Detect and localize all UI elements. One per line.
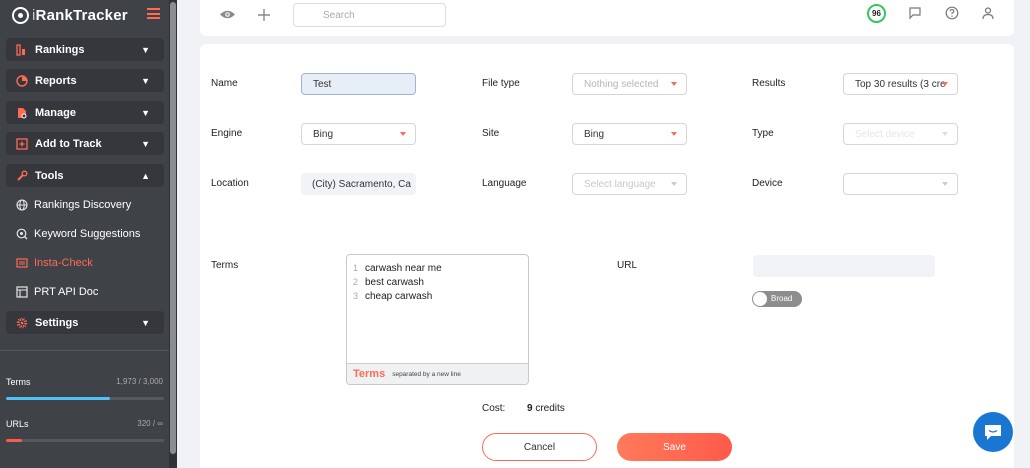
language-label: Language <box>482 178 527 189</box>
caret-down-icon <box>942 82 948 86</box>
nav-manage[interactable]: Manage ▼ <box>6 101 164 124</box>
terms-line: 3 cheap carwash <box>353 291 433 302</box>
sub-prt-api-doc[interactable]: PRT API Doc <box>16 284 98 300</box>
type-select[interactable]: Select device <box>843 123 958 145</box>
broad-toggle[interactable]: Broad <box>752 291 802 307</box>
site-label: Site <box>482 128 500 139</box>
search-input[interactable] <box>293 3 446 27</box>
engine-label: Engine <box>211 128 243 139</box>
caret-down-icon <box>400 132 406 136</box>
location-label: Location <box>211 178 249 189</box>
results-select[interactable]: Top 30 results (3 cre <box>843 73 958 95</box>
chevron-down-icon: ▼ <box>141 75 150 86</box>
user-icon[interactable] <box>981 6 995 20</box>
terms-line: 1 carwash near me <box>353 263 442 274</box>
terms-usage-value: 1,973 / 3,000 <box>116 377 163 386</box>
support-chat-button[interactable] <box>973 412 1013 452</box>
chevron-up-icon: ▲ <box>141 170 150 181</box>
cost-label: Cost: <box>482 403 506 414</box>
caret-down-icon <box>942 182 948 186</box>
search-target-icon <box>16 228 28 240</box>
filetype-select[interactable]: Nothing selected <box>572 73 687 95</box>
results-label: Results <box>752 78 786 89</box>
name-field[interactable]: Test <box>301 73 416 95</box>
urls-usage-label: URLs <box>6 419 29 429</box>
add-box-icon <box>16 137 28 150</box>
cancel-button[interactable]: Cancel <box>482 433 597 461</box>
language-select[interactable]: Select language <box>572 173 687 195</box>
nav-add-to-track[interactable]: Add to Track ▼ <box>6 132 164 155</box>
url-label: URL <box>617 260 638 271</box>
sub-insta-check[interactable]: Insta-Check <box>16 255 93 271</box>
caret-down-icon <box>671 82 677 86</box>
nav-reports[interactable]: Reports ▼ <box>6 69 164 92</box>
gear-icon <box>16 317 28 329</box>
toggle-knob <box>753 292 767 306</box>
filetype-label: File type <box>482 78 520 89</box>
app-logo[interactable]: i RankTracker <box>12 5 128 25</box>
url-input[interactable] <box>753 255 935 277</box>
nav-rankings[interactable]: Rankings ▼ <box>6 38 164 61</box>
caret-down-icon <box>942 132 948 136</box>
score-badge[interactable]: 96 <box>867 4 886 23</box>
device-label: Device <box>752 178 783 189</box>
save-button[interactable]: Save <box>617 433 732 461</box>
insta-check-icon <box>16 257 28 269</box>
chat-icon[interactable] <box>908 6 922 20</box>
tools-icon <box>16 170 28 182</box>
terms-usage-label: Terms <box>6 377 31 387</box>
globe-icon <box>16 199 28 211</box>
sidebar: i RankTracker Rankings ▼ Reports ▼ Manage… <box>0 0 177 468</box>
help-icon[interactable] <box>945 6 959 20</box>
manage-file-icon <box>16 107 28 119</box>
urls-usage-bar <box>6 439 164 442</box>
chevron-down-icon: ▼ <box>141 138 150 149</box>
api-doc-icon <box>16 286 28 298</box>
sidebar-scrollbar[interactable] <box>169 0 177 468</box>
terms-usage-fill <box>6 397 111 400</box>
engine-select[interactable]: Bing <box>301 123 416 145</box>
eye-icon[interactable] <box>219 9 236 20</box>
location-field[interactable]: (City) Sacramento, Ca <box>301 173 416 195</box>
terms-line: 2 best carwash <box>353 277 424 288</box>
cost-value: 9 credits <box>527 403 565 414</box>
sidebar-divider <box>0 350 169 351</box>
nav-tools[interactable]: Tools ▲ <box>6 164 164 187</box>
pie-chart-icon <box>16 74 28 87</box>
chevron-down-icon: ▼ <box>141 44 150 55</box>
terms-label: Terms <box>211 260 239 271</box>
terms-textarea[interactable]: 1 carwash near me 2 best carwash 3 cheap ca… <box>346 254 529 385</box>
caret-down-icon <box>671 182 677 186</box>
chevron-down-icon: ▼ <box>141 107 150 118</box>
type-label: Type <box>752 128 774 139</box>
name-label: Name <box>211 78 238 89</box>
device-select[interactable] <box>843 173 958 195</box>
sub-rankings-discovery[interactable]: Rankings Discovery <box>16 197 131 213</box>
menu-toggle-icon[interactable] <box>147 8 160 19</box>
terms-footer: Terms separated by a new line <box>347 363 528 384</box>
logo-icon <box>12 6 29 24</box>
chevron-down-icon: ▼ <box>141 317 150 328</box>
plus-icon[interactable] <box>257 8 271 22</box>
sidebar-scroll-thumb[interactable] <box>170 2 176 454</box>
terms-usage-bar <box>6 397 164 400</box>
sub-keyword-suggestions[interactable]: Keyword Suggestions <box>16 226 140 242</box>
nav-settings[interactable]: Settings ▼ <box>6 311 164 334</box>
urls-usage-value: 320 / ∞ <box>137 419 163 428</box>
caret-down-icon <box>671 132 677 136</box>
rankings-icon <box>16 43 28 56</box>
urls-usage-fill <box>6 439 22 442</box>
chat-bubble-icon <box>985 425 1001 440</box>
site-select[interactable]: Bing <box>572 123 687 145</box>
